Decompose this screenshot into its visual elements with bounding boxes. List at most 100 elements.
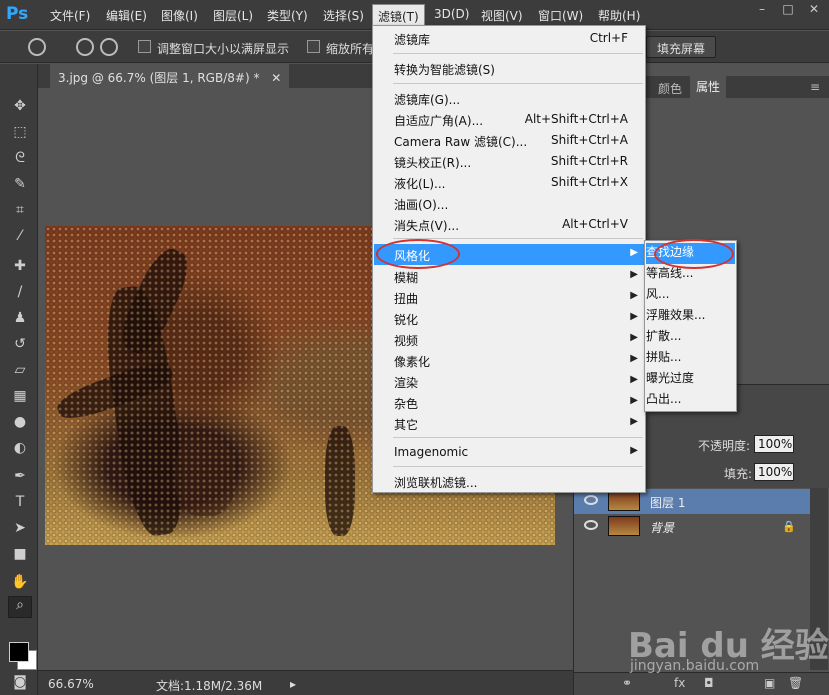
document-tab-title: 3.jpg @ 66.7% (图层 1, RGB/8#) * [58, 71, 260, 85]
submenu-arrow-icon: ▶ [630, 445, 638, 456]
menu-item-lens-correction[interactable]: 镜头校正(R)... Shift+Ctrl+R [374, 151, 644, 172]
rectangle-tool-icon[interactable]: ■ [11, 546, 29, 562]
submenu-arrow-icon: ▶ [630, 395, 638, 406]
photoshop-logo: Ps [6, 4, 29, 24]
opacity-field[interactable]: 100% [754, 435, 794, 453]
history-brush-tool-icon[interactable]: ↺ [11, 336, 29, 352]
annotation-circle-find-edges [654, 239, 734, 269]
menu-item-noise[interactable]: 杂色 ▶ [374, 392, 644, 413]
zoom-level[interactable]: 66.67% [48, 677, 94, 691]
menu-item-sharpen[interactable]: 锐化 ▶ [374, 308, 644, 329]
submenu-arrow-icon: ▶ [630, 290, 638, 301]
visibility-eye-icon[interactable] [584, 520, 598, 530]
tab-color[interactable]: 颜色 [658, 80, 682, 97]
menu-item-filter-gallery-last[interactable]: 滤镜库 Ctrl+F [374, 28, 644, 49]
minimize-icon[interactable]: – [749, 0, 775, 18]
brush-tool-icon[interactable]: / [11, 284, 29, 300]
menu-image[interactable]: 图像(I) [161, 7, 198, 24]
zoom-out-icon[interactable] [100, 38, 118, 56]
submenu-arrow-icon: ▶ [630, 416, 638, 427]
menu-item-oil-paint[interactable]: 油画(O)... [374, 193, 644, 214]
lasso-tool-icon[interactable]: ᘓ [11, 150, 29, 166]
baidu-watermark: Bai du 经验 jingyan.baidu.com [620, 612, 829, 682]
dodge-tool-icon[interactable]: ◐ [11, 440, 29, 456]
status-arrow-icon[interactable]: ▸ [290, 677, 296, 691]
hand-tool-icon[interactable]: ✋ [11, 574, 29, 590]
clone-stamp-tool-icon[interactable]: ♟ [11, 310, 29, 326]
menu-item-pixelate[interactable]: 像素化 ▶ [374, 350, 644, 371]
submenu-item-wind[interactable]: 风... [646, 285, 735, 306]
submenu-arrow-icon: ▶ [630, 353, 638, 364]
menu-select[interactable]: 选择(S) [323, 7, 364, 24]
resize-windows-label: 调整窗口大小以满屏显示 [157, 42, 290, 56]
fill-field[interactable]: 100% [754, 463, 794, 481]
menu-item-distort[interactable]: 扭曲 ▶ [374, 287, 644, 308]
submenu-item-diffuse[interactable]: 扩散... [646, 327, 735, 348]
menu-item-video[interactable]: 视频 ▶ [374, 329, 644, 350]
eyedropper-tool-icon[interactable]: ⁄ [11, 228, 29, 244]
tools-panel: ✥ ⬚ ᘓ ✎ ⌗ ⁄ ✚ / ♟ ↺ ▱ ▦ ● ◐ ✒ T ➤ ■ ✋ ⌕ … [0, 64, 38, 695]
menu-file[interactable]: 文件(F) [50, 7, 90, 24]
crop-tool-icon[interactable]: ⌗ [11, 202, 29, 218]
status-bar: 66.67% 文档:1.18M/2.36M ▸ [38, 670, 573, 695]
menu-edit[interactable]: 编辑(E) [106, 7, 147, 24]
close-tab-icon[interactable]: ✕ [271, 71, 281, 85]
watermark-url: jingyan.baidu.com [630, 658, 760, 674]
quick-mask-icon[interactable]: ◙ [11, 674, 29, 690]
menu-item-browse-online[interactable]: 浏览联机滤镜... [374, 471, 644, 492]
document-info: 文档:1.18M/2.36M [156, 679, 263, 693]
layer-row-background[interactable]: 背景 🔒 [574, 514, 810, 539]
gradient-tool-icon[interactable]: ▦ [11, 388, 29, 404]
menu-item-render[interactable]: 渲染 ▶ [374, 371, 644, 392]
fill-label: 填充: [724, 467, 753, 481]
foreground-color-swatch[interactable] [9, 642, 29, 662]
submenu-item-tiles[interactable]: 拼贴... [646, 348, 735, 369]
menu-item-adaptive-wide-angle[interactable]: 自适应广角(A)... Alt+Shift+Ctrl+A [374, 109, 644, 130]
layer-thumbnail [608, 516, 640, 536]
healing-brush-tool-icon[interactable]: ✚ [11, 258, 29, 274]
maximize-icon[interactable]: □ [775, 0, 801, 18]
menu-item-imagenomic[interactable]: Imagenomic ▶ [374, 442, 644, 463]
marquee-tool-icon[interactable]: ⬚ [11, 124, 29, 140]
menu-item-convert-smart-filter[interactable]: 转换为智能滤镜(S) [374, 58, 644, 79]
menu-help[interactable]: 帮助(H) [598, 7, 640, 24]
zoom-tool-selected-icon[interactable]: ⌕ [8, 596, 32, 618]
tab-properties[interactable]: 属性 [690, 76, 727, 98]
layer-name: 图层 1 [650, 496, 686, 510]
layer-thumbnail [608, 491, 640, 511]
menu-item-filter-gallery[interactable]: 滤镜库(G)... [374, 88, 644, 109]
quick-select-tool-icon[interactable]: ✎ [11, 176, 29, 192]
submenu-item-emboss[interactable]: 浮雕效果... [646, 306, 735, 327]
close-icon[interactable]: ✕ [801, 0, 827, 18]
menu-item-camera-raw[interactable]: Camera Raw 滤镜(C)... Shift+Ctrl+A [374, 130, 644, 151]
zoom-in-icon[interactable] [76, 38, 94, 56]
submenu-item-solarize[interactable]: 曝光过度 [646, 369, 735, 390]
resize-windows-checkbox[interactable] [138, 40, 151, 53]
menu-window[interactable]: 窗口(W) [538, 7, 583, 24]
type-tool-icon[interactable]: T [11, 494, 29, 510]
eraser-tool-icon[interactable]: ▱ [11, 362, 29, 378]
fill-screen-button[interactable]: 填充屏幕 [646, 36, 717, 58]
menu-layer[interactable]: 图层(L) [213, 7, 253, 24]
submenu-item-extrude[interactable]: 凸出... [646, 390, 735, 411]
panel-menu-icon[interactable]: ≡ [810, 80, 820, 94]
opacity-label: 不透明度: [698, 439, 751, 453]
visibility-eye-icon[interactable] [584, 495, 598, 505]
pen-tool-icon[interactable]: ✒ [11, 468, 29, 484]
move-tool-icon[interactable]: ✥ [11, 98, 29, 114]
document-tab[interactable]: 3.jpg @ 66.7% (图层 1, RGB/8#) * ✕ [50, 64, 290, 88]
blur-tool-icon[interactable]: ● [11, 414, 29, 430]
menu-3d[interactable]: 3D(D) [434, 7, 469, 21]
zoom-all-checkbox[interactable] [307, 40, 320, 53]
menu-item-vanishing-point[interactable]: 消失点(V)... Alt+Ctrl+V [374, 214, 644, 235]
menu-type[interactable]: 类型(Y) [267, 7, 308, 24]
path-select-tool-icon[interactable]: ➤ [11, 520, 29, 536]
menu-item-other[interactable]: 其它 ▶ [374, 413, 644, 434]
menu-view[interactable]: 视图(V) [481, 7, 523, 24]
zoom-tool-icon[interactable] [28, 38, 46, 56]
menu-item-liquify[interactable]: 液化(L)... Shift+Ctrl+X [374, 172, 644, 193]
zoom-all-label: 缩放所有 [326, 42, 375, 56]
layer-name: 背景 [650, 521, 675, 535]
submenu-arrow-icon: ▶ [630, 247, 638, 258]
menu-item-blur[interactable]: 模糊 ▶ [374, 266, 644, 287]
